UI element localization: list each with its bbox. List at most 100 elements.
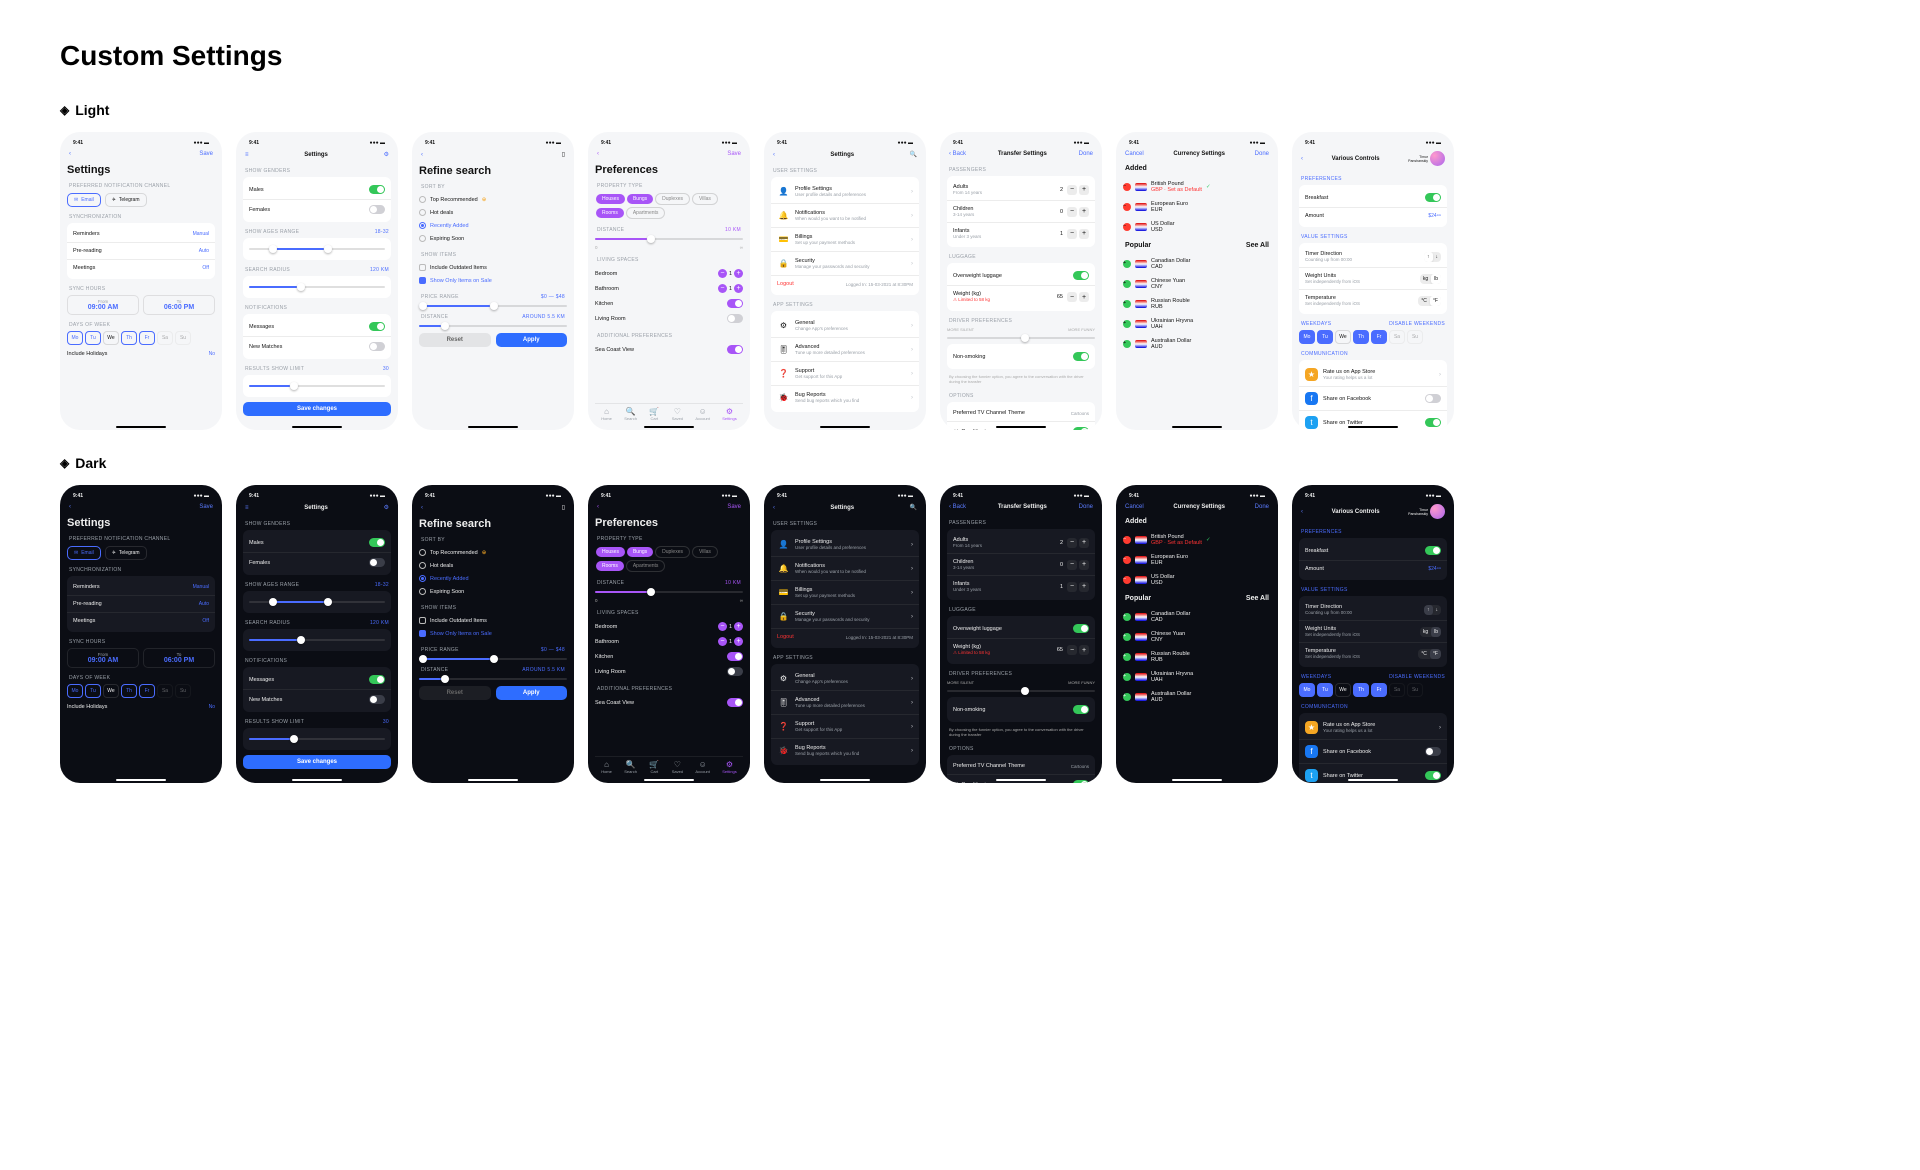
cur-eur[interactable]: −European EuroEUR	[1123, 197, 1271, 217]
stepper-children[interactable]: −+	[1067, 207, 1089, 217]
row-prereading[interactable]: Pre-readingAuto	[73, 245, 209, 257]
stepper-infants[interactable]: −+	[1067, 582, 1089, 592]
row-notifications[interactable]: 🔔NotificationsWhen would you want to be …	[777, 206, 913, 225]
toggle-overweight[interactable]	[1073, 624, 1089, 633]
toggle-fb[interactable]	[1425, 747, 1441, 756]
tab-cart[interactable]: 🛒Cart	[649, 407, 659, 421]
radio-top[interactable]: Top Recommended ⊕	[419, 546, 567, 559]
toggle-matches[interactable]	[369, 342, 385, 351]
stepper-adults[interactable]: −+	[1067, 538, 1089, 548]
apply-button[interactable]: Apply	[496, 686, 568, 700]
stepper-bedroom[interactable]: −1+	[718, 269, 743, 278]
slider-ages[interactable]	[249, 601, 385, 603]
cur-eur[interactable]: −European EuroEUR	[1123, 550, 1271, 570]
slider-distance[interactable]	[419, 678, 567, 680]
search-icon[interactable]: 🔍	[910, 151, 917, 158]
stepper-weight[interactable]: −+	[1067, 292, 1089, 302]
cur-rub[interactable]: +Russian RoubleRUB	[1123, 294, 1271, 314]
toggle-tw[interactable]	[1425, 771, 1441, 780]
search-icon[interactable]: 🔍	[910, 504, 917, 511]
chip-apts[interactable]: Apartments	[626, 560, 666, 572]
row-profile[interactable]: 👤Profile SettingsUser profile details an…	[777, 535, 913, 554]
day-selector[interactable]: MoTuWeThFrSaSu	[67, 684, 215, 698]
cur-rub[interactable]: +Russian RoubleRUB	[1123, 647, 1271, 667]
tab-search[interactable]: 🔍Search	[624, 760, 637, 774]
toggle-nonsmoking[interactable]	[1073, 705, 1089, 714]
slider-driver[interactable]	[947, 690, 1095, 692]
radio-recent[interactable]: Recently Added	[419, 572, 567, 585]
toggle-living[interactable]	[727, 314, 743, 323]
row-logout[interactable]: LogoutLogged In: 15-03-2021 at 8:30PM	[777, 631, 913, 643]
row-advanced[interactable]: 🎚AdvancedTune up more detailed preferenc…	[777, 340, 913, 359]
toggle-seacoast[interactable]	[727, 698, 743, 707]
cur-cad[interactable]: +Canadian DollarCAD	[1123, 607, 1271, 627]
row-amount[interactable]: Amount$24⁹⁹	[1305, 210, 1441, 222]
avatar[interactable]	[1430, 151, 1445, 166]
back-icon[interactable]: ‹	[1301, 156, 1303, 162]
cb-onsale[interactable]: Show Only Items on Sale	[419, 274, 567, 287]
row-notifications[interactable]: 🔔NotificationsWhen would you want to be …	[777, 559, 913, 578]
toggle-nonsmoking[interactable]	[1073, 352, 1089, 361]
row-amount[interactable]: Amount$24⁹⁹	[1305, 563, 1441, 575]
toggle-seacoast[interactable]	[727, 345, 743, 354]
toggle-kitchen[interactable]	[727, 299, 743, 308]
back-link[interactable]: ‹ Back	[949, 151, 966, 157]
stepper-infants[interactable]: −+	[1067, 229, 1089, 239]
row-support[interactable]: ❓SupportGet support for this App›	[777, 717, 913, 736]
cb-outdated[interactable]: Include Outdated Items	[419, 614, 567, 627]
chip-duplex[interactable]: Duplexes	[655, 193, 690, 205]
cur-gbp[interactable]: −British PoundGBP · Set as Default✓	[1123, 530, 1271, 550]
save-button[interactable]: Save changes	[243, 402, 391, 416]
save-link[interactable]: Save	[199, 151, 213, 157]
row-tv[interactable]: Preferred TV Channel ThemeCartoons	[953, 760, 1089, 772]
radio-recent[interactable]: Recently Added	[419, 219, 567, 232]
back-icon[interactable]: ‹	[421, 152, 423, 158]
time-to[interactable]: To06:00 PM	[143, 295, 215, 315]
toggle-kitchen[interactable]	[727, 652, 743, 661]
row-holidays[interactable]: Include HolidaysNo	[67, 701, 215, 713]
row-prereading[interactable]: Pre-readingAuto	[73, 598, 209, 610]
row-reminders[interactable]: RemindersManual	[73, 581, 209, 593]
cb-outdated[interactable]: Include Outdated Items	[419, 261, 567, 274]
cur-cad[interactable]: +Canadian DollarCAD	[1123, 254, 1271, 274]
stepper-bathroom[interactable]: −1+	[718, 637, 743, 646]
toggle-breakfast[interactable]	[1425, 193, 1441, 202]
gear-icon[interactable]: ⚙	[384, 504, 389, 511]
back-icon[interactable]: ‹	[1301, 509, 1303, 515]
seg-timer[interactable]: ↑↓	[1424, 605, 1441, 615]
seg-temp[interactable]: °C°F	[1418, 296, 1441, 306]
radio-expire[interactable]: Expiring Soon	[419, 232, 567, 245]
channel-telegram[interactable]: ✈ Telegram	[105, 546, 147, 560]
toggle-fb[interactable]	[1425, 394, 1441, 403]
cancel-link[interactable]: Cancel	[1125, 504, 1144, 510]
row-security[interactable]: 🔒SecurityManage your passwords and secur…	[777, 607, 913, 626]
toggle-females[interactable]	[369, 205, 385, 214]
time-to[interactable]: To06:00 PM	[143, 648, 215, 668]
toggle-breakfast[interactable]	[1425, 546, 1441, 555]
back-icon[interactable]: ‹	[773, 152, 775, 158]
done-link[interactable]: Done	[1255, 151, 1269, 157]
row-rate[interactable]: ★Rate us on App StoreYour rating helps u…	[1305, 365, 1441, 384]
menu-icon[interactable]: ≡	[245, 505, 249, 511]
radio-hot[interactable]: Hot deals	[419, 206, 567, 219]
toggle-living[interactable]	[727, 667, 743, 676]
row-profile[interactable]: 👤Profile SettingsUser profile details an…	[777, 182, 913, 201]
bookmark-icon[interactable]: ▯	[562, 504, 565, 511]
tab-home[interactable]: ⌂Home	[601, 760, 612, 774]
done-link[interactable]: Done	[1079, 504, 1093, 510]
radio-hot[interactable]: Hot deals	[419, 559, 567, 572]
seg-timer[interactable]: ↑↓	[1424, 252, 1441, 262]
reset-button[interactable]: Reset	[419, 686, 491, 700]
chip-rooms[interactable]: Rooms	[596, 561, 624, 571]
slider-radius[interactable]	[249, 639, 385, 641]
chip-villas[interactable]: Villas	[692, 193, 718, 205]
cur-aud[interactable]: +Australian DollarAUD	[1123, 687, 1271, 707]
save-link[interactable]: Save	[727, 151, 741, 157]
back-icon[interactable]: ‹	[773, 505, 775, 511]
slider-price[interactable]	[419, 658, 567, 660]
stepper-weight[interactable]: −+	[1067, 645, 1089, 655]
stepper-bedroom[interactable]: −1+	[718, 622, 743, 631]
gear-icon[interactable]: ⚙	[384, 151, 389, 158]
row-billings[interactable]: 💳BillingsSet up your payment methods›	[777, 230, 913, 249]
slider-radius[interactable]	[249, 286, 385, 288]
